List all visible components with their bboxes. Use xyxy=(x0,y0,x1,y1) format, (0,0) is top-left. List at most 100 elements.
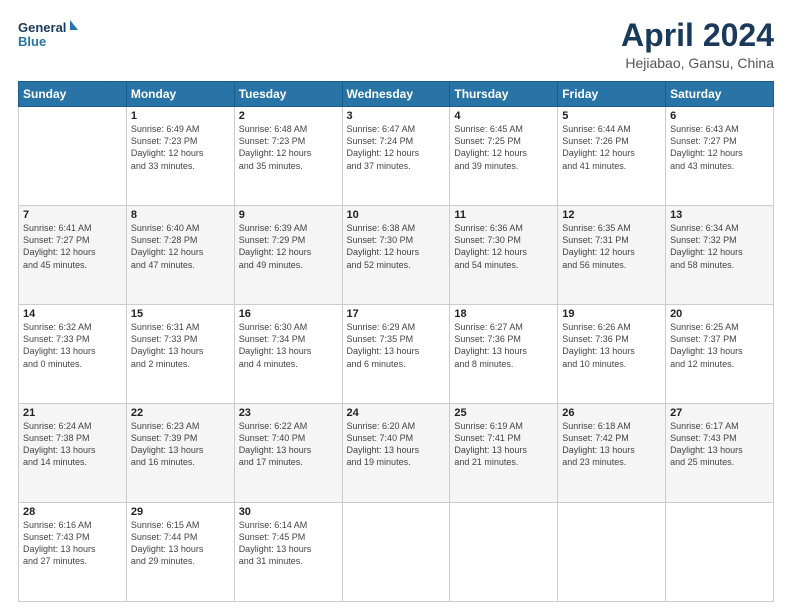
day-info: Sunrise: 6:39 AM Sunset: 7:29 PM Dayligh… xyxy=(239,222,338,271)
day-number: 10 xyxy=(347,209,446,221)
day-number: 29 xyxy=(131,506,230,518)
day-number: 24 xyxy=(347,407,446,419)
day-info: Sunrise: 6:25 AM Sunset: 7:37 PM Dayligh… xyxy=(670,321,769,370)
week-row-5: 28Sunrise: 6:16 AM Sunset: 7:43 PM Dayli… xyxy=(19,503,774,602)
table-cell: 9Sunrise: 6:39 AM Sunset: 7:29 PM Daylig… xyxy=(234,206,342,305)
subtitle: Hejiabao, Gansu, China xyxy=(621,55,774,71)
day-number: 17 xyxy=(347,308,446,320)
table-cell: 21Sunrise: 6:24 AM Sunset: 7:38 PM Dayli… xyxy=(19,404,127,503)
day-number: 27 xyxy=(670,407,769,419)
day-info: Sunrise: 6:18 AM Sunset: 7:42 PM Dayligh… xyxy=(562,420,661,469)
day-number: 18 xyxy=(454,308,553,320)
week-row-4: 21Sunrise: 6:24 AM Sunset: 7:38 PM Dayli… xyxy=(19,404,774,503)
table-cell xyxy=(666,503,774,602)
table-cell: 4Sunrise: 6:45 AM Sunset: 7:25 PM Daylig… xyxy=(450,107,558,206)
day-number: 3 xyxy=(347,110,446,122)
day-number: 13 xyxy=(670,209,769,221)
weekday-header-row: Sunday Monday Tuesday Wednesday Thursday… xyxy=(19,82,774,107)
table-cell: 25Sunrise: 6:19 AM Sunset: 7:41 PM Dayli… xyxy=(450,404,558,503)
day-info: Sunrise: 6:32 AM Sunset: 7:33 PM Dayligh… xyxy=(23,321,122,370)
day-info: Sunrise: 6:24 AM Sunset: 7:38 PM Dayligh… xyxy=(23,420,122,469)
day-info: Sunrise: 6:48 AM Sunset: 7:23 PM Dayligh… xyxy=(239,123,338,172)
page: General Blue April 2024 Hejiabao, Gansu,… xyxy=(0,0,792,612)
day-number: 1 xyxy=(131,110,230,122)
day-info: Sunrise: 6:19 AM Sunset: 7:41 PM Dayligh… xyxy=(454,420,553,469)
day-info: Sunrise: 6:30 AM Sunset: 7:34 PM Dayligh… xyxy=(239,321,338,370)
table-cell: 15Sunrise: 6:31 AM Sunset: 7:33 PM Dayli… xyxy=(126,305,234,404)
day-number: 21 xyxy=(23,407,122,419)
day-info: Sunrise: 6:14 AM Sunset: 7:45 PM Dayligh… xyxy=(239,519,338,568)
table-cell: 28Sunrise: 6:16 AM Sunset: 7:43 PM Dayli… xyxy=(19,503,127,602)
table-cell: 24Sunrise: 6:20 AM Sunset: 7:40 PM Dayli… xyxy=(342,404,450,503)
day-number: 28 xyxy=(23,506,122,518)
day-info: Sunrise: 6:17 AM Sunset: 7:43 PM Dayligh… xyxy=(670,420,769,469)
header-wednesday: Wednesday xyxy=(342,82,450,107)
day-info: Sunrise: 6:29 AM Sunset: 7:35 PM Dayligh… xyxy=(347,321,446,370)
week-row-2: 7Sunrise: 6:41 AM Sunset: 7:27 PM Daylig… xyxy=(19,206,774,305)
day-info: Sunrise: 6:20 AM Sunset: 7:40 PM Dayligh… xyxy=(347,420,446,469)
day-number: 23 xyxy=(239,407,338,419)
day-info: Sunrise: 6:27 AM Sunset: 7:36 PM Dayligh… xyxy=(454,321,553,370)
table-cell: 14Sunrise: 6:32 AM Sunset: 7:33 PM Dayli… xyxy=(19,305,127,404)
table-cell xyxy=(19,107,127,206)
table-cell: 23Sunrise: 6:22 AM Sunset: 7:40 PM Dayli… xyxy=(234,404,342,503)
day-number: 16 xyxy=(239,308,338,320)
day-number: 20 xyxy=(670,308,769,320)
week-row-1: 1Sunrise: 6:49 AM Sunset: 7:23 PM Daylig… xyxy=(19,107,774,206)
day-number: 14 xyxy=(23,308,122,320)
day-number: 11 xyxy=(454,209,553,221)
day-number: 4 xyxy=(454,110,553,122)
table-cell: 12Sunrise: 6:35 AM Sunset: 7:31 PM Dayli… xyxy=(558,206,666,305)
week-row-3: 14Sunrise: 6:32 AM Sunset: 7:33 PM Dayli… xyxy=(19,305,774,404)
day-info: Sunrise: 6:26 AM Sunset: 7:36 PM Dayligh… xyxy=(562,321,661,370)
day-info: Sunrise: 6:40 AM Sunset: 7:28 PM Dayligh… xyxy=(131,222,230,271)
table-cell: 18Sunrise: 6:27 AM Sunset: 7:36 PM Dayli… xyxy=(450,305,558,404)
day-number: 25 xyxy=(454,407,553,419)
day-info: Sunrise: 6:34 AM Sunset: 7:32 PM Dayligh… xyxy=(670,222,769,271)
day-info: Sunrise: 6:22 AM Sunset: 7:40 PM Dayligh… xyxy=(239,420,338,469)
table-cell: 26Sunrise: 6:18 AM Sunset: 7:42 PM Dayli… xyxy=(558,404,666,503)
table-cell: 13Sunrise: 6:34 AM Sunset: 7:32 PM Dayli… xyxy=(666,206,774,305)
header-tuesday: Tuesday xyxy=(234,82,342,107)
table-cell: 19Sunrise: 6:26 AM Sunset: 7:36 PM Dayli… xyxy=(558,305,666,404)
day-number: 7 xyxy=(23,209,122,221)
table-cell: 22Sunrise: 6:23 AM Sunset: 7:39 PM Dayli… xyxy=(126,404,234,503)
day-number: 6 xyxy=(670,110,769,122)
day-info: Sunrise: 6:49 AM Sunset: 7:23 PM Dayligh… xyxy=(131,123,230,172)
table-cell: 6Sunrise: 6:43 AM Sunset: 7:27 PM Daylig… xyxy=(666,107,774,206)
day-info: Sunrise: 6:43 AM Sunset: 7:27 PM Dayligh… xyxy=(670,123,769,172)
table-cell: 20Sunrise: 6:25 AM Sunset: 7:37 PM Dayli… xyxy=(666,305,774,404)
day-number: 15 xyxy=(131,308,230,320)
table-cell xyxy=(558,503,666,602)
table-cell: 27Sunrise: 6:17 AM Sunset: 7:43 PM Dayli… xyxy=(666,404,774,503)
day-number: 12 xyxy=(562,209,661,221)
main-title: April 2024 xyxy=(621,18,774,53)
day-info: Sunrise: 6:23 AM Sunset: 7:39 PM Dayligh… xyxy=(131,420,230,469)
table-cell: 2Sunrise: 6:48 AM Sunset: 7:23 PM Daylig… xyxy=(234,107,342,206)
day-number: 19 xyxy=(562,308,661,320)
table-cell xyxy=(342,503,450,602)
logo-svg: General Blue xyxy=(18,18,78,53)
table-cell: 7Sunrise: 6:41 AM Sunset: 7:27 PM Daylig… xyxy=(19,206,127,305)
table-cell: 1Sunrise: 6:49 AM Sunset: 7:23 PM Daylig… xyxy=(126,107,234,206)
table-cell: 11Sunrise: 6:36 AM Sunset: 7:30 PM Dayli… xyxy=(450,206,558,305)
day-info: Sunrise: 6:31 AM Sunset: 7:33 PM Dayligh… xyxy=(131,321,230,370)
header-saturday: Saturday xyxy=(666,82,774,107)
day-info: Sunrise: 6:38 AM Sunset: 7:30 PM Dayligh… xyxy=(347,222,446,271)
day-info: Sunrise: 6:44 AM Sunset: 7:26 PM Dayligh… xyxy=(562,123,661,172)
day-info: Sunrise: 6:36 AM Sunset: 7:30 PM Dayligh… xyxy=(454,222,553,271)
calendar-table: Sunday Monday Tuesday Wednesday Thursday… xyxy=(18,81,774,602)
table-cell: 3Sunrise: 6:47 AM Sunset: 7:24 PM Daylig… xyxy=(342,107,450,206)
day-number: 26 xyxy=(562,407,661,419)
table-cell: 30Sunrise: 6:14 AM Sunset: 7:45 PM Dayli… xyxy=(234,503,342,602)
day-info: Sunrise: 6:35 AM Sunset: 7:31 PM Dayligh… xyxy=(562,222,661,271)
header-thursday: Thursday xyxy=(450,82,558,107)
table-cell: 5Sunrise: 6:44 AM Sunset: 7:26 PM Daylig… xyxy=(558,107,666,206)
table-cell: 29Sunrise: 6:15 AM Sunset: 7:44 PM Dayli… xyxy=(126,503,234,602)
header-monday: Monday xyxy=(126,82,234,107)
header: General Blue April 2024 Hejiabao, Gansu,… xyxy=(18,18,774,71)
day-number: 2 xyxy=(239,110,338,122)
table-cell: 8Sunrise: 6:40 AM Sunset: 7:28 PM Daylig… xyxy=(126,206,234,305)
logo: General Blue xyxy=(18,18,78,53)
day-info: Sunrise: 6:15 AM Sunset: 7:44 PM Dayligh… xyxy=(131,519,230,568)
